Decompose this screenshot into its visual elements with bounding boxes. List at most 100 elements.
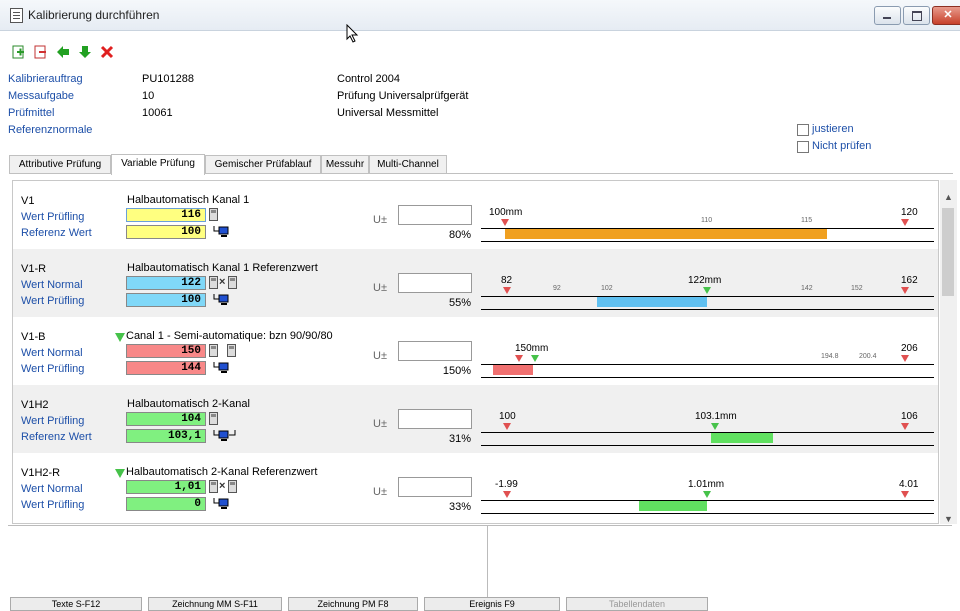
scale-axis-bottom bbox=[481, 445, 934, 446]
calculator-icon[interactable] bbox=[209, 480, 218, 493]
measurement-panel: V1 Wert Prüfling Referenz Wert Halbautom… bbox=[12, 180, 939, 524]
close-window-button[interactable]: ✕ bbox=[932, 6, 960, 25]
tab-variable-pruefung[interactable]: Variable Prüfung bbox=[111, 154, 205, 175]
scroll-down-icon[interactable]: ▼ bbox=[944, 514, 953, 524]
row-description: Halbautomatisch Kanal 1 Referenzwert bbox=[127, 262, 318, 274]
tab-gemischer-pruefablauf[interactable]: Gemischer Prüfablauf bbox=[205, 155, 321, 174]
bottom-tab-ereignis[interactable]: Ereignis F9 bbox=[424, 597, 560, 611]
uncertainty-input[interactable] bbox=[398, 409, 472, 429]
value-input-1[interactable]: 150 bbox=[126, 344, 206, 358]
nicht-pruefen-label: Nicht prüfen bbox=[812, 140, 872, 152]
calculator-icon[interactable] bbox=[228, 276, 237, 289]
status-ok-icon bbox=[115, 469, 125, 478]
scale-left-label: -1.99 bbox=[495, 479, 518, 490]
scale-tick-label: 110 bbox=[701, 217, 713, 224]
scale-left-label: 100mm bbox=[489, 207, 523, 218]
scale-center-label: 122mm bbox=[688, 275, 722, 286]
field-value-pruefmittel: 10061 bbox=[142, 107, 173, 119]
calculator-icon[interactable] bbox=[228, 480, 237, 493]
scale-right-label: 120 bbox=[901, 207, 918, 218]
lower-limit-marker bbox=[503, 491, 511, 498]
bottom-tab-zeichnung-pm[interactable]: Zeichnung PM F8 bbox=[288, 597, 418, 611]
arrow-down-icon[interactable] bbox=[78, 45, 92, 59]
delete-record-icon[interactable] bbox=[34, 45, 48, 59]
value-input-1[interactable]: 122 bbox=[126, 276, 206, 290]
scale-axis bbox=[481, 500, 934, 501]
value-input-1[interactable]: 116 bbox=[126, 208, 206, 222]
row-label-1: Wert Normal bbox=[21, 279, 83, 291]
new-record-icon[interactable] bbox=[12, 45, 26, 59]
window-title: Kalibrierung durchführen bbox=[28, 8, 160, 22]
uncertainty-label: U± bbox=[373, 486, 387, 498]
scale-tick-label: 142 bbox=[801, 285, 813, 292]
connection-icon bbox=[213, 498, 229, 509]
scale-tick-label: 102 bbox=[601, 285, 613, 292]
connection-icon bbox=[213, 362, 229, 373]
tab-messuhr[interactable]: Messuhr bbox=[321, 155, 369, 174]
scroll-thumb[interactable] bbox=[942, 208, 954, 296]
maximize-button[interactable] bbox=[903, 6, 930, 25]
value-bar bbox=[597, 297, 707, 307]
tolerance-scale: 100 103.1mm 106 bbox=[481, 405, 935, 451]
value-bar bbox=[505, 229, 827, 239]
uncertainty-label: U± bbox=[373, 418, 387, 430]
upper-limit-marker bbox=[901, 219, 909, 226]
multiply-icon: × bbox=[219, 276, 226, 288]
scale-center-label: 150mm bbox=[515, 343, 549, 354]
lower-limit-marker bbox=[503, 287, 511, 294]
uncertainty-label: U± bbox=[373, 350, 387, 362]
uncertainty-label: U± bbox=[373, 214, 387, 226]
calculator-icon[interactable] bbox=[209, 344, 218, 357]
value-input-2[interactable]: 100 bbox=[126, 225, 206, 239]
document-icon bbox=[10, 8, 23, 23]
scale-left-label: 82 bbox=[501, 275, 513, 286]
nominal-marker bbox=[703, 287, 711, 294]
uncertainty-input[interactable] bbox=[398, 273, 472, 293]
scale-tick-label: 92 bbox=[553, 285, 561, 292]
bottom-tab-texte[interactable]: Texte S-F12 bbox=[10, 597, 142, 611]
field-label-kalibrierauftrag: Kalibrierauftrag bbox=[8, 73, 83, 85]
tolerance-scale: 150mm 206 194.8 200.4 bbox=[481, 337, 935, 383]
calculator-icon[interactable] bbox=[227, 344, 236, 357]
value-input-2[interactable]: 144 bbox=[126, 361, 206, 375]
value-input-2[interactable]: 103,1 bbox=[126, 429, 206, 443]
upper-limit-marker bbox=[901, 491, 909, 498]
scroll-up-icon[interactable]: ▲ bbox=[944, 192, 953, 202]
value-input-2[interactable]: 0 bbox=[126, 497, 206, 511]
vertical-scrollbar[interactable]: ▲ ▼ bbox=[940, 180, 957, 524]
calculator-icon[interactable] bbox=[209, 208, 218, 221]
value-input-1[interactable]: 1,01 bbox=[126, 480, 206, 494]
bottom-panel bbox=[8, 525, 952, 598]
minimize-button[interactable] bbox=[874, 6, 901, 25]
justieren-checkbox[interactable] bbox=[797, 124, 809, 136]
percentage: 55% bbox=[448, 297, 471, 309]
nominal-marker bbox=[531, 355, 539, 362]
arrow-left-icon[interactable] bbox=[56, 45, 70, 59]
value-input-2[interactable]: 100 bbox=[126, 293, 206, 307]
calculator-icon[interactable] bbox=[209, 276, 218, 289]
nicht-pruefen-checkbox[interactable] bbox=[797, 141, 809, 153]
row-code: V1-B bbox=[21, 331, 46, 343]
tab-attributive-pruefung[interactable]: Attributive Prüfung bbox=[9, 155, 111, 174]
uncertainty-input[interactable] bbox=[398, 341, 472, 361]
field-label-referenznormale: Referenznormale bbox=[8, 124, 93, 136]
scale-right-label: 4.01 bbox=[899, 479, 919, 490]
calculator-icon[interactable] bbox=[209, 412, 218, 425]
connection-icon bbox=[213, 226, 229, 237]
maximize-icon bbox=[912, 11, 922, 21]
scale-right-label: 162 bbox=[901, 275, 918, 286]
status-ok-icon bbox=[115, 333, 125, 342]
uncertainty-input[interactable] bbox=[398, 477, 472, 497]
scale-tick-label: 194.8 bbox=[821, 353, 839, 360]
tolerance-scale: 82 122mm 162 92 102 142 152 bbox=[481, 269, 935, 315]
bottom-tab-zeichnung-mm[interactable]: Zeichnung MM S-F11 bbox=[148, 597, 282, 611]
tab-multi-channel[interactable]: Multi-Channel bbox=[369, 155, 447, 174]
scale-right-label: 206 bbox=[901, 343, 918, 354]
value-bar bbox=[639, 501, 707, 511]
value-input-1[interactable]: 104 bbox=[126, 412, 206, 426]
uncertainty-input[interactable] bbox=[398, 205, 472, 225]
scale-axis-bottom bbox=[481, 241, 934, 242]
field-label-pruefmittel: Prüfmittel bbox=[8, 107, 55, 119]
row-code: V1H2-R bbox=[21, 467, 61, 479]
cancel-x-icon[interactable] bbox=[100, 45, 114, 59]
